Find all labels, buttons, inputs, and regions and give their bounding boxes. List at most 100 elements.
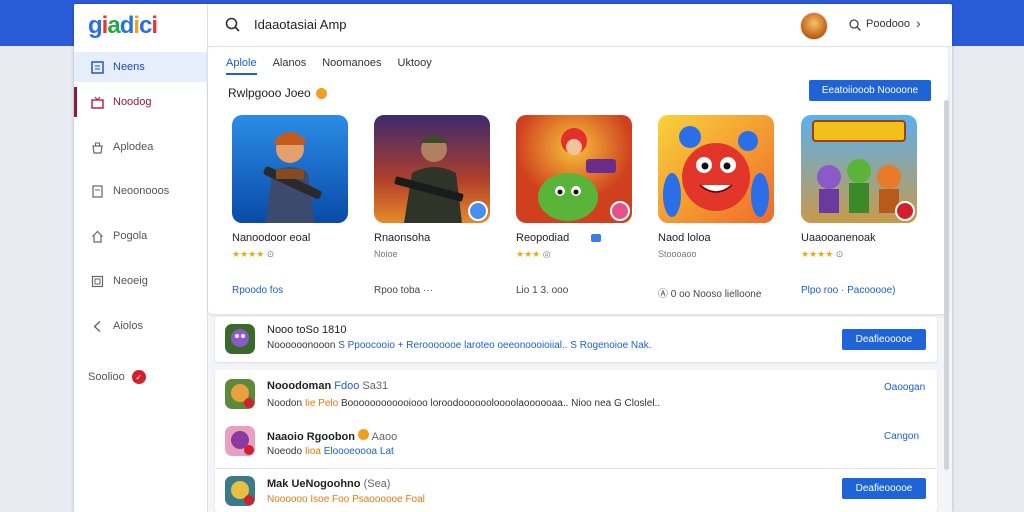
section-title: Rwlpgooo Joeo — [228, 86, 327, 100]
app-icon — [225, 426, 255, 456]
sidebar-item-label: Noodog — [113, 96, 152, 108]
rating-stars: ★★★★ — [232, 249, 265, 259]
featured-panel: Aplole Alanos Noomanoes Uktooy Rwlpgooo … — [208, 47, 948, 314]
sidebar-item-label: Aiolos — [113, 320, 143, 332]
app-card-name: Nanoodoor eoal — [232, 232, 311, 244]
list-item-sub-prefix: Noooooo — [267, 494, 308, 505]
list-item-sub-highlight: Iioa — [304, 446, 321, 457]
list-item-sub-highlight: Iie Pelo — [304, 398, 339, 409]
list-item-action-button[interactable]: Deafieooooe — [842, 478, 926, 499]
sidebar-item-neoonooos[interactable]: Neoonooos — [74, 176, 208, 206]
sidebar-item-aplodea[interactable]: Aplodea — [74, 132, 208, 162]
app-card-meta-text: ⊙ — [266, 249, 275, 259]
list-item-title: Naaoio Rgoobon Aaoo — [267, 429, 397, 443]
home-icon — [90, 229, 104, 243]
app-card[interactable]: Naod loloa Stoooaoo Ⓐ 0 oo Nooso lielloo… — [658, 115, 776, 305]
list-item-subtitle: Noooooonooon S Ppoocooio + Rerooooooe la… — [267, 340, 651, 351]
sidebar-footer-item[interactable]: Soolioo ✓ — [88, 370, 146, 384]
app-card-footer[interactable]: Plpo roo · Pacooooe) — [801, 285, 896, 296]
app-card-name: Reopodiad — [516, 232, 602, 244]
heart-badge-icon — [315, 87, 327, 99]
tab-bar: Aplole Alanos Noomanoes Uktooy — [226, 57, 448, 75]
section-action-button[interactable]: Eeatoiiooob Noooone — [809, 80, 931, 101]
app-card[interactable]: Uaaooanenoak ★★★★ ⊙ Plpo roo · Pacooooe) — [801, 115, 919, 305]
list-item-title: Nooodoman Fdoo Sa31 — [267, 380, 388, 392]
list-item-sub-prefix: Noodon — [267, 398, 303, 409]
alert-badge-icon: ✓ — [131, 370, 146, 384]
list-item-action-button[interactable]: Deafieooooe — [842, 329, 926, 350]
sidebar-item-neoeig[interactable]: Neoeig — [74, 266, 208, 296]
app-window: giadici Neens Noodog Aplodea Neoonooos P… — [74, 4, 952, 512]
chevron-right-icon[interactable]: › — [916, 15, 921, 31]
list-item-title-text: Mak UeNogoohno — [267, 478, 361, 490]
sidebar-item-neens[interactable]: Neens — [74, 52, 208, 82]
list-item-title-tail: (Sea) — [363, 478, 391, 490]
sidebar-item-label: Neoeig — [113, 275, 148, 287]
tab-uktooy[interactable]: Uktooy — [398, 57, 432, 75]
app-badge-icon — [895, 201, 915, 221]
list-item-link[interactable]: Oaoogan — [884, 382, 925, 393]
search-icon[interactable] — [848, 18, 862, 32]
app-card-meta-text: Stoooaoo — [658, 249, 697, 259]
top-header: Idaaotasiai Amp Poodooo › — [208, 4, 952, 47]
app-logo[interactable]: giadici — [88, 12, 158, 40]
list-item-title: Mak UeNogoohno (Sea) — [267, 478, 390, 490]
sidebar-item-aiolos[interactable]: Aiolos — [74, 311, 208, 341]
avatar[interactable] — [800, 12, 828, 40]
sidebar-item-label: Aplodea — [113, 141, 154, 153]
list-item-sub-highlight: S Ppoocooio + Rerooooooe laroteo oeeonoo… — [338, 340, 652, 351]
app-icon — [225, 379, 255, 409]
app-card-footer[interactable]: Ⓐ 0 oo Nooso lielloone — [658, 285, 761, 300]
list-item-sub-rest: Eloooeoooa Lat — [323, 446, 394, 457]
sidebar-item-label: Neens — [113, 61, 145, 73]
app-card-meta: ★★★★ ⊙ — [801, 249, 843, 260]
list-item-sub-rest: Boooooooooooiooo loroodooooooloooolaoooo… — [340, 398, 661, 409]
list-item-title-text: Naaoio Rgoobon — [267, 431, 355, 443]
tab-alanos[interactable]: Alanos — [273, 57, 307, 75]
list-item-subtitle: Noodon Iie Pelo Boooooooooooiooo loroodo… — [267, 398, 660, 409]
list-item[interactable]: Nooo toSo 1810 Noooooonooon S Ppoocooio … — [215, 317, 937, 362]
list-item-sub-prefix: Noeodo — [267, 446, 303, 457]
app-badge-icon — [468, 201, 488, 221]
header-link[interactable]: Poodooo — [866, 18, 910, 30]
app-card-meta: ★★★ ◎ — [516, 249, 551, 260]
app-badge-icon — [610, 201, 630, 221]
heart-badge-icon — [358, 429, 370, 440]
game-art-soldier — [232, 115, 348, 223]
app-icon — [225, 324, 255, 354]
app-card-footer[interactable]: Lio 1 3. ooo — [516, 285, 568, 296]
tab-aplole[interactable]: Aplole — [226, 57, 257, 75]
app-card[interactable]: Nanoodoor eoal ★★★★ ⊙ Rpoodo fos — [232, 115, 350, 305]
app-card-meta-text: Noioe — [374, 249, 398, 259]
gift-icon — [90, 95, 104, 109]
list-item-title: Nooo toSo 1810 — [267, 324, 347, 336]
verified-badge-icon — [591, 234, 602, 243]
sidebar-item-noodog[interactable]: Noodog — [74, 87, 208, 117]
search-query-text[interactable]: Idaaotasiai Amp — [254, 17, 347, 32]
app-card[interactable]: Rnaonsoha Noioe Rpoo toba ··· — [374, 115, 492, 305]
list-item-sub-prefix: Noooooonooon — [267, 340, 336, 351]
list-item-title-tail: Aaoo — [371, 431, 398, 443]
app-icon — [225, 476, 255, 506]
app-card-footer[interactable]: Rpoodo fos — [232, 285, 283, 296]
list-item-link[interactable]: Cangon — [884, 431, 919, 442]
app-card-meta: Noioe — [374, 249, 398, 259]
sidebar-item-label: Pogola — [113, 230, 148, 242]
search-icon[interactable] — [224, 16, 242, 34]
app-list: Nooodoman Fdoo Sa31 Noodon Iie Pelo Booo… — [215, 370, 937, 512]
list-item-subtitle: Noeodo Iioa Eloooeoooa Lat — [267, 446, 394, 457]
app-card-footer[interactable]: Rpoo toba ··· — [374, 285, 433, 296]
tab-noomanoes[interactable]: Noomanoes — [322, 57, 381, 75]
list-item-title-tail: Sa31 — [362, 380, 389, 392]
app-card[interactable]: Reopodiad ★★★ ◎ Lio 1 3. ooo — [516, 115, 634, 305]
game-art-monster — [658, 115, 774, 223]
app-card-name: Uaaooanenoak — [801, 232, 876, 244]
sidebar-item-pogola[interactable]: Pogola — [74, 221, 208, 251]
note-icon — [90, 184, 104, 198]
app-card-meta-text: ◎ — [542, 249, 551, 259]
scrollbar[interactable] — [944, 100, 949, 470]
list-item-subtitle: Noooooo Isoe Foo Psaoooooe Foal — [267, 494, 425, 505]
app-card-meta: ★★★★ ⊙ — [232, 249, 274, 260]
app-card-meta: Stoooaoo — [658, 249, 697, 259]
list-item-title-tag: Fdoo — [334, 380, 360, 392]
